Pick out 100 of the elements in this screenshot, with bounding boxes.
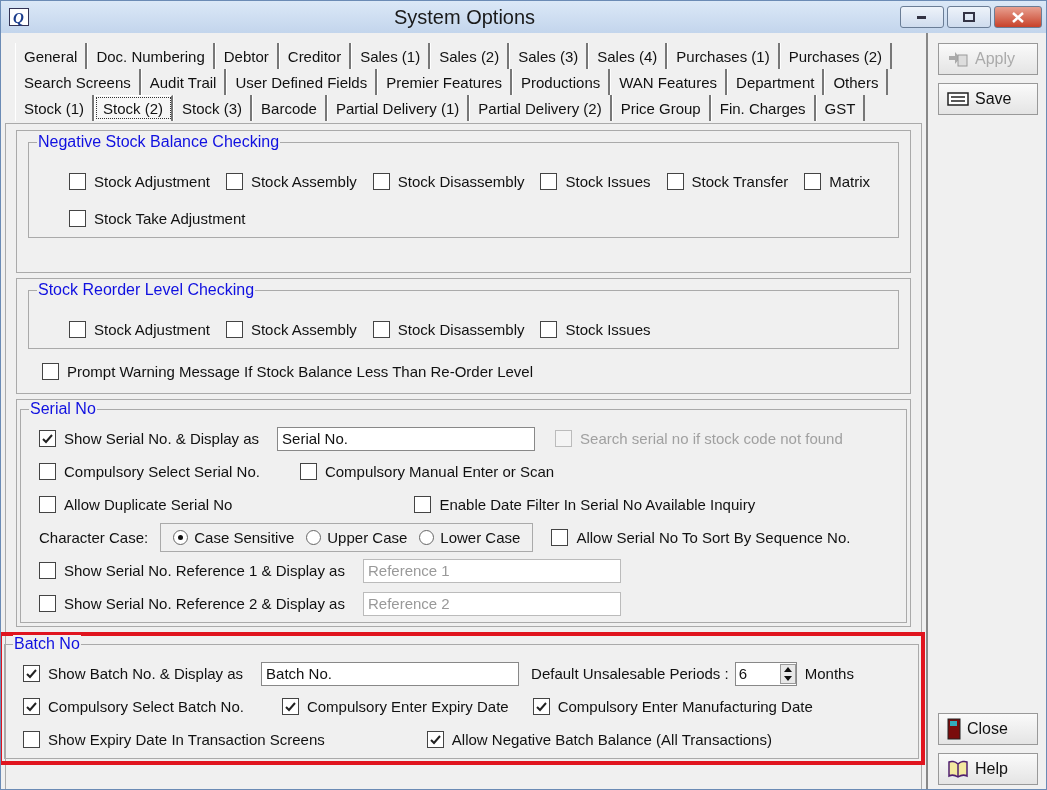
minimize-button[interactable] xyxy=(900,6,944,28)
tab[interactable]: Stock (2) xyxy=(94,95,174,121)
tab[interactable]: Barcode xyxy=(252,95,327,121)
checkbox[interactable]: Stock Transfer xyxy=(666,173,789,190)
checkbox-box[interactable] xyxy=(372,173,390,190)
tab[interactable]: Stock (1) xyxy=(15,95,94,121)
tab[interactable]: Sales (1) xyxy=(351,43,431,69)
radio-label: Case Sensitive xyxy=(194,529,295,546)
checkbox[interactable]: Stock Adjustment xyxy=(69,173,210,190)
checkbox[interactable]: Stock Disassembly xyxy=(372,321,525,338)
checkbox-box[interactable] xyxy=(23,665,40,682)
tab[interactable]: Debtor xyxy=(214,43,279,69)
text-field[interactable]: Serial No. xyxy=(277,426,536,451)
checkbox-label: Compulsory Enter Expiry Date xyxy=(306,698,509,715)
checkbox-box[interactable] xyxy=(540,321,558,338)
checkbox-box[interactable] xyxy=(69,173,86,190)
checkbox-box[interactable] xyxy=(414,496,432,513)
tab[interactable]: Creditor xyxy=(278,43,352,69)
checkbox-box[interactable] xyxy=(39,595,56,612)
checkbox-label: Show Serial No. & Display as xyxy=(64,430,260,447)
tab[interactable]: WAN Features xyxy=(610,69,728,95)
checkbox[interactable]: Stock Adjustment xyxy=(69,321,210,338)
tab[interactable]: User Defined Fields xyxy=(226,69,378,95)
checkbox[interactable]: Stock Disassembly xyxy=(372,173,525,190)
radio-button[interactable] xyxy=(306,530,322,545)
checkbox-box[interactable] xyxy=(69,210,86,227)
tab[interactable]: Sales (3) xyxy=(509,43,589,69)
field-label: Months xyxy=(804,665,854,682)
spin-arrows-icon[interactable] xyxy=(779,663,796,684)
checkbox-box[interactable] xyxy=(299,463,317,480)
checkbox[interactable]: Stock Assembly xyxy=(225,173,357,190)
checkbox-label: Show Serial No. Reference 2 & Display as xyxy=(64,595,345,612)
checkbox-box[interactable] xyxy=(39,496,56,513)
maximize-icon xyxy=(963,12,975,22)
checkbox-label: Allow Negative Batch Balance (All Transactions) xyxy=(451,731,772,748)
checkbox-box[interactable] xyxy=(540,173,558,190)
tab[interactable]: GST xyxy=(815,95,866,121)
tab[interactable]: Stock (3) xyxy=(173,95,253,121)
number-spinner[interactable]: 6 xyxy=(734,661,797,686)
checkbox-box[interactable] xyxy=(426,731,444,748)
tab[interactable]: General xyxy=(15,43,88,69)
tab[interactable]: Productions xyxy=(512,69,611,95)
checkbox-box[interactable] xyxy=(42,363,59,380)
tab[interactable]: Premier Features xyxy=(377,69,513,95)
tab[interactable]: Fin. Charges xyxy=(710,95,816,121)
checkbox-box[interactable] xyxy=(551,529,569,546)
checkbox-box[interactable] xyxy=(23,698,40,715)
tab[interactable]: Audit Trail xyxy=(140,69,227,95)
checkbox-box[interactable] xyxy=(372,321,390,338)
checkbox[interactable]: Stock Issues xyxy=(540,173,651,190)
checkbox-label: Compulsory Manual Enter or Scan xyxy=(324,463,555,480)
checkbox-label: Allow Duplicate Serial No xyxy=(64,496,233,513)
tab[interactable]: Sales (2) xyxy=(430,43,510,69)
checkbox-box[interactable] xyxy=(666,173,684,190)
tab[interactable]: Department xyxy=(727,69,825,95)
radio-button[interactable] xyxy=(419,530,435,545)
checkbox[interactable]: Stock Assembly xyxy=(225,321,357,338)
save-button[interactable]: Save xyxy=(938,83,1038,115)
checkbox-label: Compulsory Select Serial No. xyxy=(64,463,260,480)
radio-button[interactable] xyxy=(173,530,189,545)
checkbox-label: Allow Serial No To Sort By Sequence No. xyxy=(576,529,851,546)
help-button[interactable]: Help xyxy=(938,753,1038,785)
tab[interactable]: Search Screens xyxy=(15,69,141,95)
checkbox-box[interactable] xyxy=(39,562,56,579)
close-icon xyxy=(1012,11,1024,23)
checkbox[interactable]: Matrix xyxy=(804,173,871,190)
tab[interactable]: Doc. Numbering xyxy=(87,43,215,69)
radio-label: Lower Case xyxy=(440,529,521,546)
tab[interactable]: Sales (4) xyxy=(588,43,668,69)
close-button[interactable]: Close xyxy=(938,713,1038,745)
checkbox-box[interactable] xyxy=(281,698,299,715)
window-title: System Options xyxy=(392,5,537,29)
checkbox-box[interactable] xyxy=(532,698,550,715)
tab[interactable]: Partial Delivery (1) xyxy=(326,95,470,121)
tab[interactable]: Purchases (1) xyxy=(667,43,780,69)
checkbox-box[interactable] xyxy=(225,173,243,190)
book-icon xyxy=(947,760,969,778)
tab[interactable]: Purchases (2) xyxy=(779,43,893,69)
checkbox-box[interactable] xyxy=(39,430,56,447)
checkbox[interactable]: Stock Take Adjustment xyxy=(69,210,246,227)
checkbox-box[interactable] xyxy=(23,731,40,748)
checkbox-box[interactable] xyxy=(39,463,56,480)
checkbox-label: Prompt Warning Message If Stock Balance Less Than Re-Order Level xyxy=(67,363,534,380)
checkbox-box[interactable] xyxy=(225,321,243,338)
app-logo-icon: Q xyxy=(9,8,29,26)
checkbox[interactable]: Stock Issues xyxy=(540,321,651,338)
field-label: Character Case: xyxy=(39,529,149,546)
minimize-icon xyxy=(917,15,927,19)
checkbox-box[interactable] xyxy=(804,173,822,190)
checkbox-label: Show Serial No. Reference 1 & Display as xyxy=(64,562,345,579)
maximize-button[interactable] xyxy=(947,6,991,28)
tab[interactable]: Partial Delivery (2) xyxy=(469,95,612,121)
checkbox-box[interactable] xyxy=(69,321,86,338)
close-button[interactable] xyxy=(994,6,1042,28)
checkbox-label: Show Batch No. & Display as xyxy=(48,665,244,682)
field-label: Default Unsalesable Periods : xyxy=(531,665,729,682)
tab[interactable]: Price Group xyxy=(611,95,711,121)
checkbox-label: Compulsory Select Batch No. xyxy=(48,698,244,715)
tab[interactable]: Others xyxy=(824,69,889,95)
text-field[interactable]: Batch No. xyxy=(261,661,520,686)
